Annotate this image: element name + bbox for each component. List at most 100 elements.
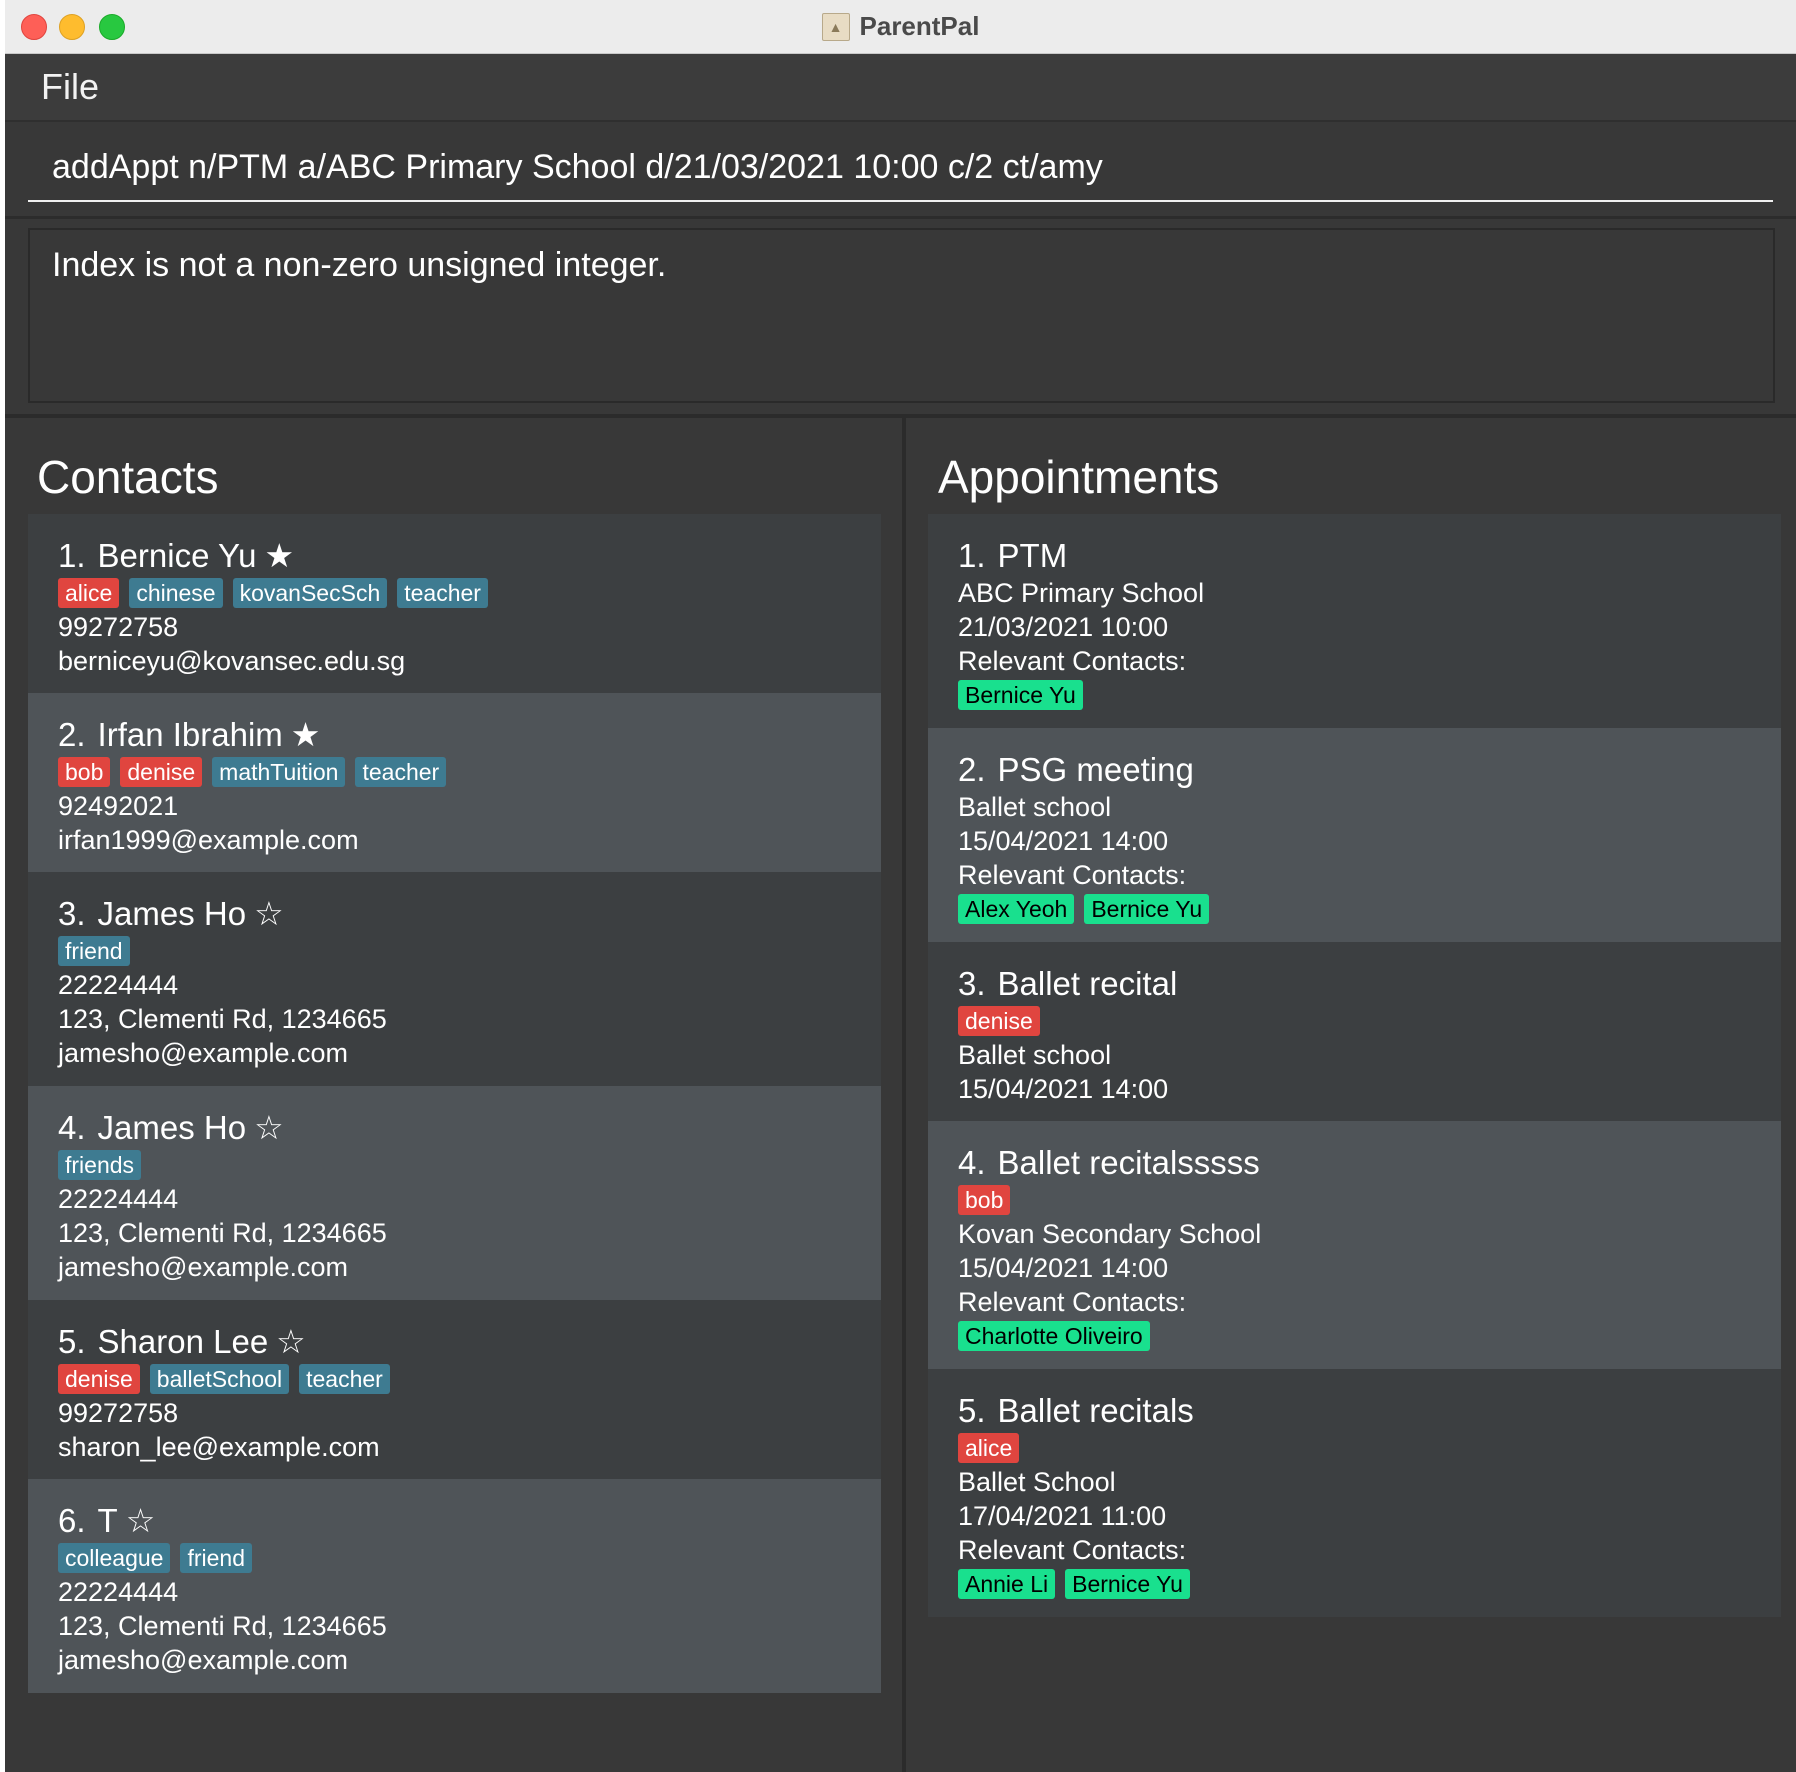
contact-card[interactable]: 2. Irfan Ibrahim ★ bob denise mathTuition teac… bbox=[28, 693, 881, 872]
appointment-detail: Ballet school bbox=[958, 1040, 1112, 1070]
contact-tag: teacher bbox=[299, 1364, 390, 1394]
contact-tags: colleague friend bbox=[58, 1541, 851, 1575]
appointments-panel: Appointments 1. PTM ABC Primary School 21/0… bbox=[906, 418, 1796, 1772]
contact-card[interactable]: 1. Bernice Yu ★ alice chinese kovanSecSch teac… bbox=[28, 514, 881, 693]
contact-card[interactable]: 6. T ☆ colleague friend 22224444 123, Clementi… bbox=[28, 1479, 881, 1693]
favorite-star-icon[interactable]: ★ bbox=[265, 537, 295, 574]
appointment-list: 1. PTM ABC Primary School 21/03/2021 10:00 R… bbox=[928, 514, 1781, 1617]
child-tag: denise bbox=[58, 1364, 140, 1394]
appointment-detail: Ballet School bbox=[958, 1467, 1116, 1497]
favorite-star-icon[interactable]: ★ bbox=[291, 716, 321, 753]
relevant-contact-tag: Bernice Yu bbox=[958, 680, 1083, 710]
contact-index: 4. bbox=[58, 1109, 86, 1146]
appointment-name: PTM bbox=[997, 537, 1068, 574]
menu-bar: File bbox=[5, 54, 1796, 122]
appointment-detail: Ballet school bbox=[958, 792, 1112, 822]
child-tag: bob bbox=[58, 757, 111, 787]
menu-file[interactable]: File bbox=[41, 66, 99, 108]
favorite-star-icon[interactable]: ☆ bbox=[276, 1323, 306, 1360]
contact-detail: 123, Clementi Rd, 1234665 bbox=[58, 1004, 387, 1034]
contact-detail: 22224444 bbox=[58, 1184, 179, 1214]
command-input[interactable] bbox=[28, 134, 1773, 202]
contact-detail: jamesho@example.com bbox=[58, 1645, 349, 1675]
contact-title: 3. James Ho ☆ bbox=[58, 894, 851, 934]
appointment-detail: ABC Primary School bbox=[958, 578, 1205, 608]
appointment-card[interactable]: 4. Ballet recitalsssss bob Kovan Secondary … bbox=[928, 1121, 1781, 1369]
contact-index: 3. bbox=[58, 895, 86, 932]
appointment-name: Ballet recital bbox=[997, 965, 1178, 1002]
appointment-name: Ballet recitalsssss bbox=[997, 1144, 1260, 1181]
contact-title: 2. Irfan Ibrahim ★ bbox=[58, 715, 851, 755]
favorite-star-icon[interactable]: ☆ bbox=[126, 1502, 156, 1539]
contact-tag: colleague bbox=[58, 1543, 171, 1573]
appointment-tags: bob bbox=[958, 1183, 1751, 1217]
appointment-name: Ballet recitals bbox=[997, 1392, 1194, 1429]
appointment-title: 1. PTM bbox=[958, 536, 1751, 576]
contact-tag: friend bbox=[58, 936, 130, 966]
appointment-title: 2. PSG meeting bbox=[958, 750, 1751, 790]
contact-tag: mathTuition bbox=[212, 757, 346, 787]
contact-detail: irfan1999@example.com bbox=[58, 825, 359, 855]
favorite-star-icon[interactable]: ☆ bbox=[254, 1109, 284, 1146]
appointment-detail: Relevant Contacts: bbox=[958, 646, 1187, 676]
child-tag: alice bbox=[58, 578, 120, 608]
appointment-detail: 15/04/2021 14:00 bbox=[958, 826, 1169, 856]
contact-card[interactable]: 3. James Ho ☆ friend 22224444 123, Clementi R… bbox=[28, 872, 881, 1086]
child-tag: bob bbox=[958, 1185, 1011, 1215]
appointment-title: 4. Ballet recitalsssss bbox=[958, 1143, 1751, 1183]
contact-name: Sharon Lee bbox=[97, 1323, 269, 1360]
relevant-contact-tag: Annie Li bbox=[958, 1569, 1056, 1599]
command-box bbox=[5, 122, 1796, 219]
contact-tag: friend bbox=[180, 1543, 253, 1573]
contact-tags: bob denise mathTuition teacher bbox=[58, 755, 851, 789]
contact-tag: friends bbox=[58, 1150, 142, 1180]
appointment-detail: Relevant Contacts: bbox=[958, 860, 1187, 890]
contact-tags: denise balletSchool teacher bbox=[58, 1362, 851, 1396]
appointment-detail: 15/04/2021 14:00 bbox=[958, 1253, 1169, 1283]
child-tag: denise bbox=[958, 1006, 1040, 1036]
contact-list: 1. Bernice Yu ★ alice chinese kovanSecSch teac… bbox=[28, 514, 881, 1693]
appointment-detail: Kovan Secondary School bbox=[958, 1219, 1262, 1249]
relevant-contact-tag: Alex Yeoh bbox=[958, 894, 1075, 924]
app-window: ▲ ParentPal File Index is not a non-zero… bbox=[5, 0, 1796, 1772]
appointments-title: Appointments bbox=[938, 451, 1220, 503]
contact-card[interactable]: 4. James Ho ☆ friends 22224444 123, Clementi … bbox=[28, 1086, 881, 1300]
appointment-detail: Relevant Contacts: bbox=[958, 1535, 1187, 1565]
appointment-detail: 21/03/2021 10:00 bbox=[958, 612, 1169, 642]
relevant-contacts: Annie Li Bernice Yu bbox=[958, 1567, 1751, 1601]
appointment-index: 5. bbox=[958, 1392, 986, 1429]
appointment-name: PSG meeting bbox=[997, 751, 1194, 788]
appointment-card[interactable]: 5. Ballet recitals alice Ballet School 17/04… bbox=[928, 1369, 1781, 1617]
contact-title: 6. T ☆ bbox=[58, 1501, 851, 1541]
appointment-card[interactable]: 3. Ballet recital denise Ballet school 15/04… bbox=[928, 942, 1781, 1121]
contact-detail: berniceyu@kovansec.edu.sg bbox=[58, 646, 406, 676]
relevant-contacts: Charlotte Oliveiro bbox=[958, 1319, 1751, 1353]
relevant-contacts: Bernice Yu bbox=[958, 678, 1751, 712]
appointment-detail: 17/04/2021 11:00 bbox=[958, 1501, 1167, 1531]
appointment-card[interactable]: 1. PTM ABC Primary School 21/03/2021 10:00 R… bbox=[928, 514, 1781, 728]
app-icon: ▲ bbox=[821, 12, 850, 41]
contact-detail: 99272758 bbox=[58, 1398, 179, 1428]
favorite-star-icon[interactable]: ☆ bbox=[254, 895, 284, 932]
contact-detail: 22224444 bbox=[58, 970, 179, 1000]
child-tag: alice bbox=[958, 1433, 1020, 1463]
contact-tags: friend bbox=[58, 934, 851, 968]
contacts-panel: Contacts 1. Bernice Yu ★ alice chinese kovanS… bbox=[5, 418, 902, 1772]
appointment-card[interactable]: 2. PSG meeting Ballet school 15/04/2021 14:… bbox=[928, 728, 1781, 942]
result-text: Index is not a non-zero unsigned integer… bbox=[52, 246, 667, 284]
contact-detail: 22224444 bbox=[58, 1577, 179, 1607]
contact-detail: 123, Clementi Rd, 1234665 bbox=[58, 1611, 387, 1641]
appointment-detail: Relevant Contacts: bbox=[958, 1287, 1187, 1317]
contact-index: 6. bbox=[58, 1502, 86, 1539]
contact-name: Irfan Ibrahim bbox=[97, 716, 283, 753]
contact-card[interactable]: 5. Sharon Lee ☆ denise balletSchool teacher 99… bbox=[28, 1300, 881, 1479]
contact-tag: teacher bbox=[397, 578, 488, 608]
contact-detail: 92492021 bbox=[58, 791, 179, 821]
contact-name: James Ho bbox=[97, 1109, 247, 1146]
contact-title: 5. Sharon Lee ☆ bbox=[58, 1322, 851, 1362]
result-display: Index is not a non-zero unsigned integer… bbox=[28, 228, 1775, 403]
contact-index: 2. bbox=[58, 716, 86, 753]
window-title: ParentPal bbox=[859, 11, 980, 41]
contact-index: 1. bbox=[58, 537, 86, 574]
appointment-title: 5. Ballet recitals bbox=[958, 1391, 1751, 1431]
